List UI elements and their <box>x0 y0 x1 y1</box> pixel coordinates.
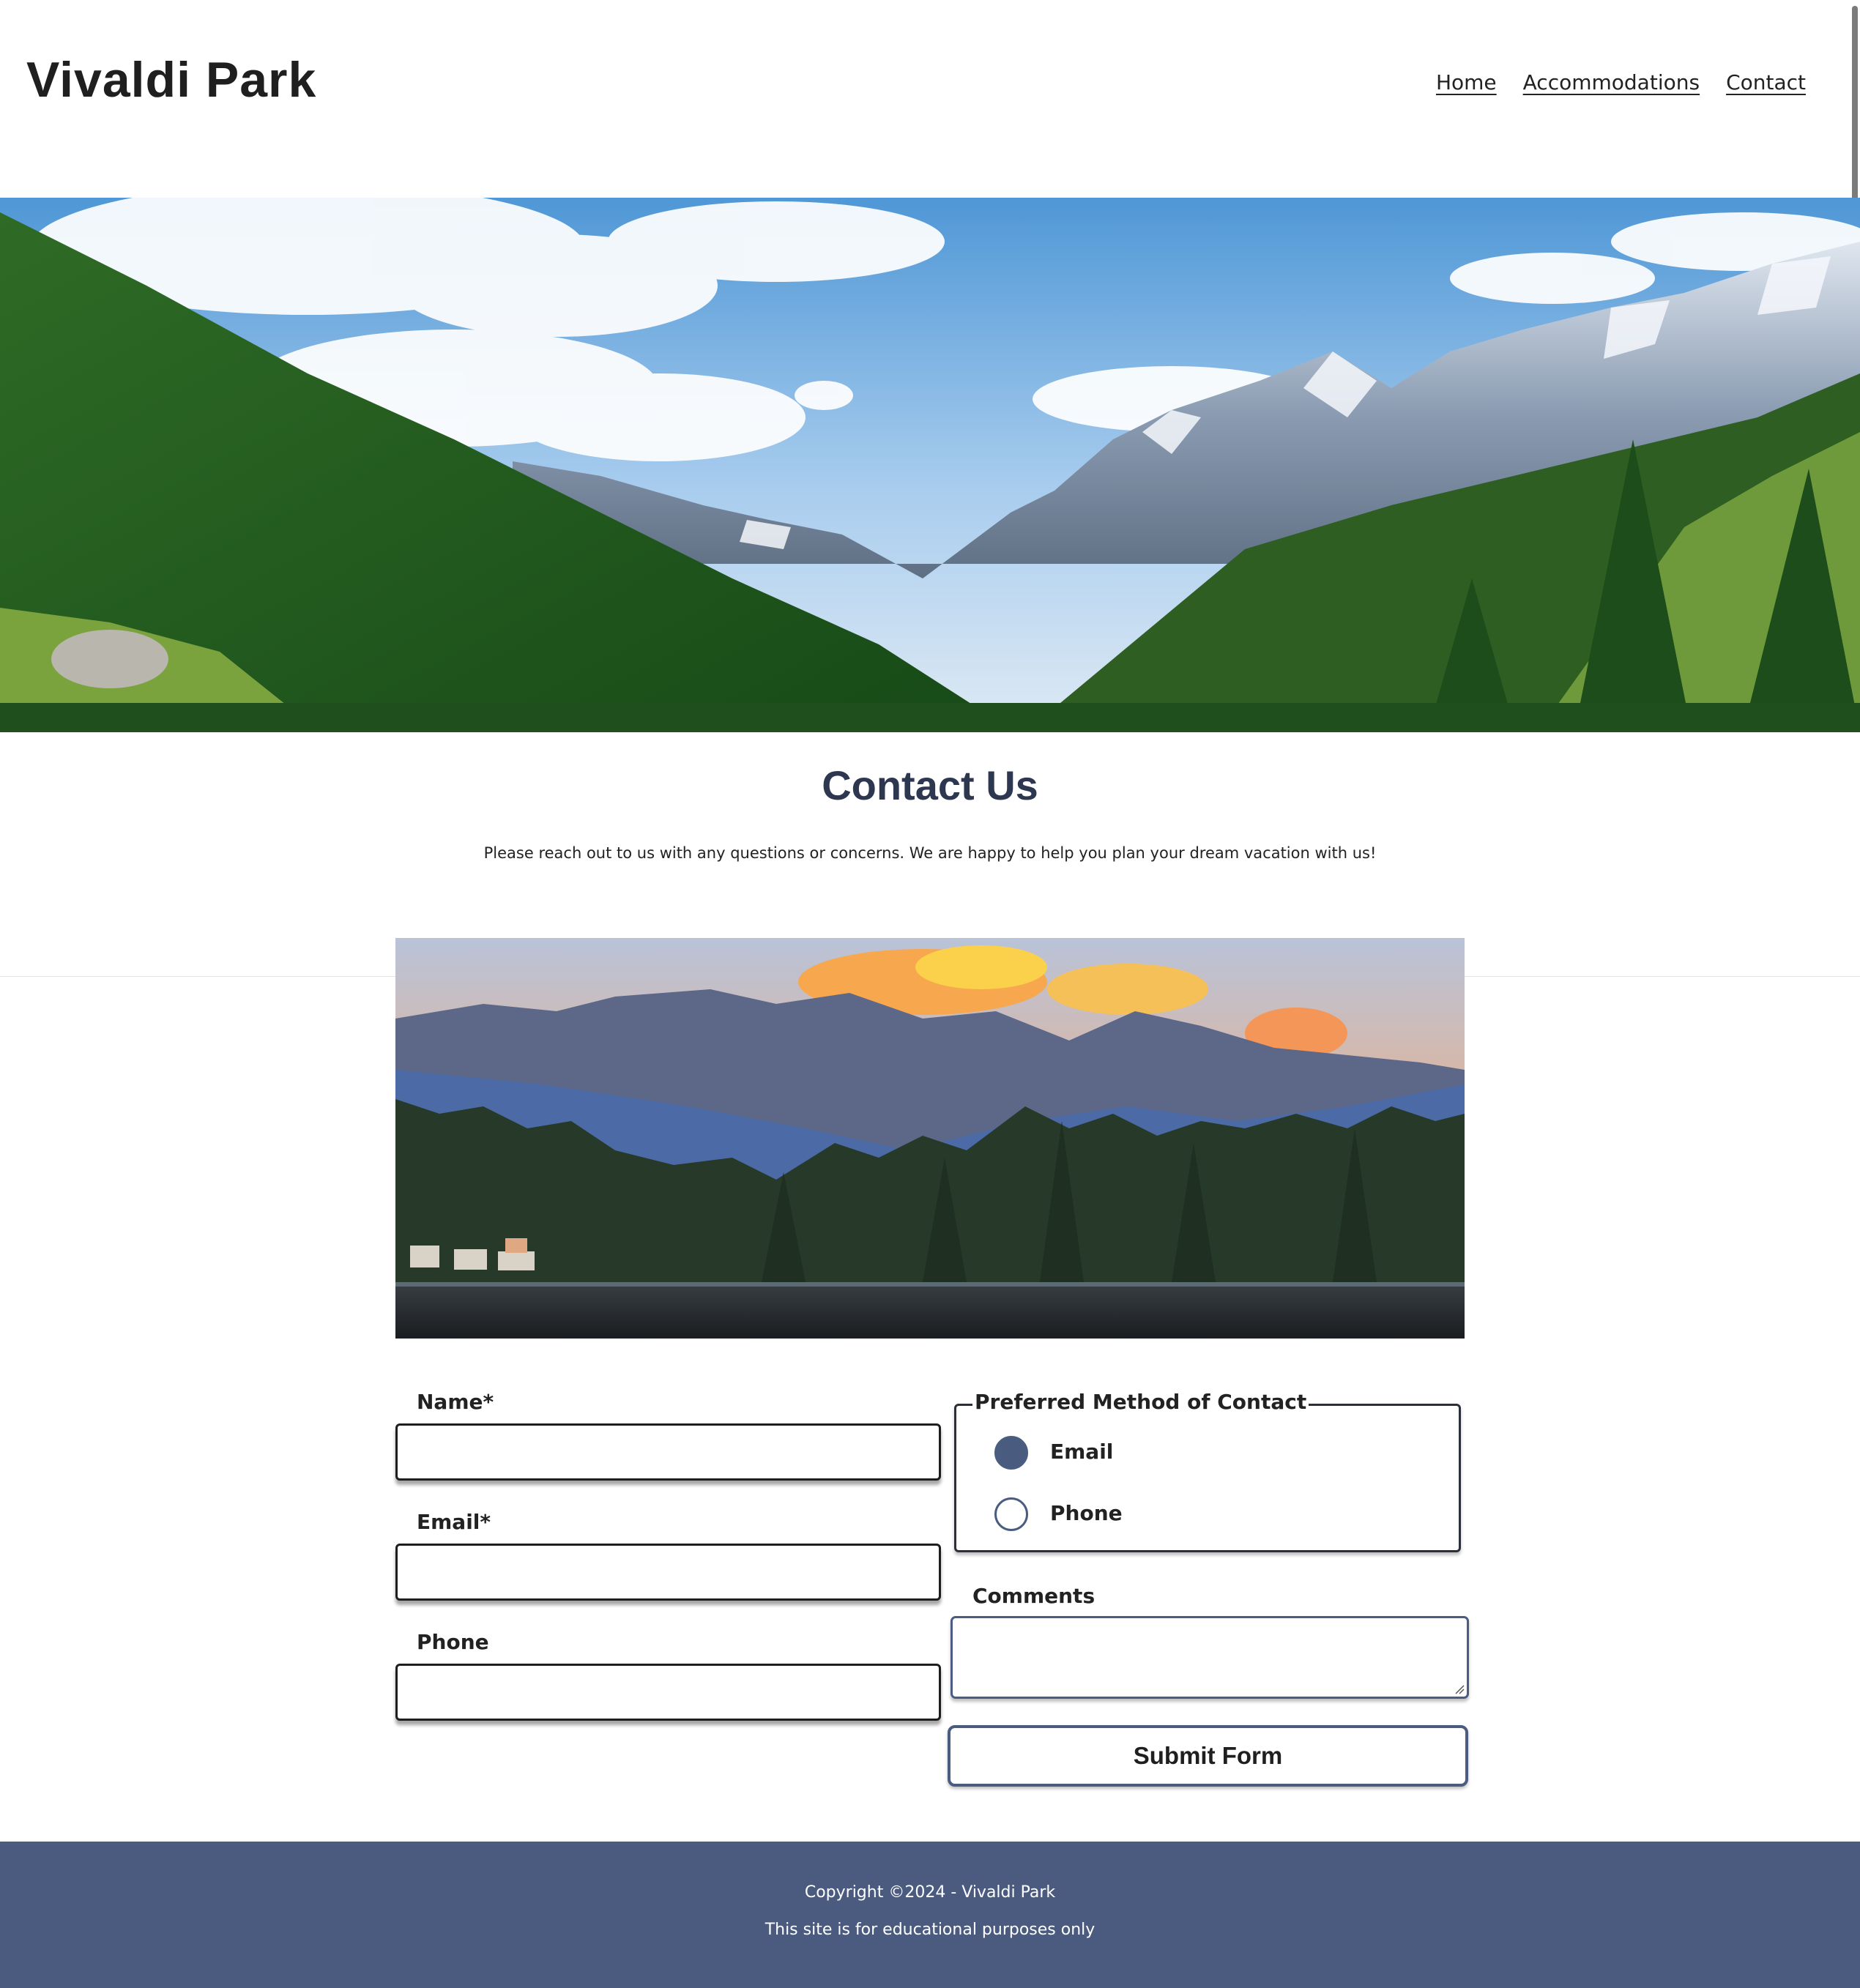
submit-button[interactable]: Submit Form <box>948 1725 1468 1787</box>
radio-phone[interactable] <box>994 1497 1028 1531</box>
email-input[interactable] <box>395 1544 941 1601</box>
nav-link-accommodations[interactable]: Accommodations <box>1523 70 1700 94</box>
name-input[interactable] <box>395 1423 941 1481</box>
radio-email[interactable] <box>994 1436 1028 1470</box>
phone-label: Phone <box>417 1630 489 1654</box>
main-nav: Home Accommodations Contact <box>1436 70 1806 94</box>
footer-copyright: Copyright ©2024 - Vivaldi Park <box>804 1883 1056 1902</box>
footer-note: This site is for educational purposes on… <box>765 1921 1095 1939</box>
comments-textarea[interactable] <box>951 1616 1469 1699</box>
hero-image <box>0 198 1860 732</box>
radio-email-label[interactable]: Email <box>1050 1440 1113 1464</box>
phone-input[interactable] <box>395 1664 941 1721</box>
intro-text: Please reach out to us with any question… <box>483 844 1377 862</box>
radio-phone-label[interactable]: Phone <box>1050 1501 1123 1525</box>
email-label: Email* <box>417 1510 491 1534</box>
resize-grip-icon[interactable] <box>1454 1684 1465 1694</box>
site-title: Vivaldi Park <box>26 52 317 108</box>
page-title: Contact Us <box>822 762 1038 808</box>
contact-method-fieldset <box>954 1404 1461 1552</box>
nav-link-contact[interactable]: Contact <box>1726 70 1806 94</box>
comments-label: Comments <box>972 1584 1095 1608</box>
nav-link-home[interactable]: Home <box>1436 70 1497 94</box>
contact-method-legend: Preferred Method of Contact <box>972 1390 1309 1414</box>
lake-image <box>395 938 1465 1339</box>
name-label: Name* <box>417 1390 494 1414</box>
site-footer: Copyright ©2024 - Vivaldi Park This site… <box>0 1842 1860 1988</box>
